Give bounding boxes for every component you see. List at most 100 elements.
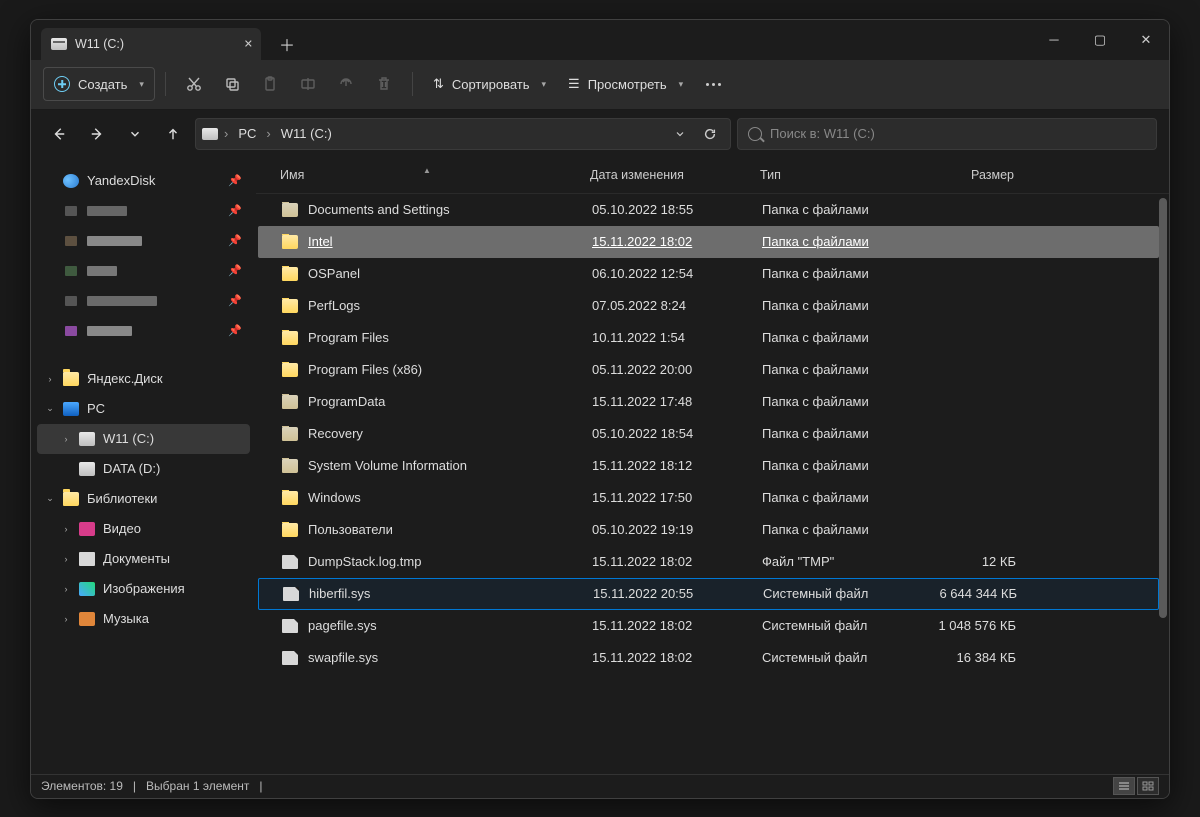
chevron-right-icon[interactable]: › <box>59 434 73 444</box>
pin-icon[interactable]: 📌 <box>228 234 242 247</box>
chevron-right-icon[interactable]: › <box>59 584 73 594</box>
tab-active[interactable]: W11 (C:) ✕ <box>41 28 261 60</box>
sidebar-item-w11[interactable]: › W11 (C:) <box>37 424 250 454</box>
breadcrumb-pc[interactable]: PC <box>234 124 260 143</box>
cut-button[interactable] <box>176 67 212 101</box>
file-row[interactable]: hiberfil.sys15.11.2022 20:55Системный фа… <box>258 578 1159 610</box>
sidebar[interactable]: YandexDisk 📌 📌 📌 📌 📌 📌 › Яндекс.Диск ⌄ P… <box>31 158 256 774</box>
chevron-right-icon[interactable]: › <box>43 374 57 384</box>
column-date[interactable]: Дата изменения <box>582 168 752 182</box>
rename-button <box>290 67 326 101</box>
maximize-button[interactable]: ▢ <box>1077 20 1123 60</box>
folder-icon <box>282 491 298 505</box>
chevron-right-icon[interactable]: › <box>59 614 73 624</box>
sidebar-label: PC <box>87 401 105 416</box>
sort-button[interactable]: ⇅ Сортировать ▾ <box>423 67 556 101</box>
file-row[interactable]: Intel15.11.2022 18:02Папка с файлами <box>258 226 1159 258</box>
column-size[interactable]: Размер <box>912 168 1022 182</box>
sidebar-item-redacted[interactable]: 📌 <box>37 256 250 286</box>
chevron-right-icon[interactable]: › <box>59 524 73 534</box>
file-name: OSPanel <box>308 266 360 281</box>
chevron-down-icon[interactable]: ⌄ <box>43 493 57 504</box>
file-row[interactable]: pagefile.sys15.11.2022 18:02Системный фа… <box>258 610 1159 642</box>
copy-button[interactable] <box>214 67 250 101</box>
sidebar-item-yandexdisk-tree[interactable]: › Яндекс.Диск <box>37 364 250 394</box>
file-row[interactable]: System Volume Information15.11.2022 18:1… <box>258 450 1159 482</box>
sidebar-item-pc[interactable]: ⌄ PC <box>37 394 250 424</box>
file-name: DumpStack.log.tmp <box>308 554 421 569</box>
search-input[interactable] <box>770 126 1146 141</box>
sidebar-item-music[interactable]: › Музыка <box>37 604 250 634</box>
close-tab-icon[interactable]: ✕ <box>244 37 253 50</box>
address-dropdown[interactable] <box>666 120 694 148</box>
sidebar-item-video[interactable]: › Видео <box>37 514 250 544</box>
sidebar-item-redacted[interactable]: 📌 <box>37 316 250 346</box>
file-list[interactable]: Documents and Settings05.10.2022 18:55Па… <box>256 194 1169 774</box>
folder-icon <box>63 234 79 248</box>
scrollbar-thumb[interactable] <box>1159 198 1167 618</box>
folder-icon <box>63 372 79 386</box>
sidebar-item-data[interactable]: DATA (D:) <box>37 454 250 484</box>
file-row[interactable]: Program Files10.11.2022 1:54Папка с файл… <box>258 322 1159 354</box>
folder-icon <box>63 264 79 278</box>
tab-strip: W11 (C:) ✕ ＋ <box>31 20 303 60</box>
sidebar-item-libraries[interactable]: ⌄ Библиотеки <box>37 484 250 514</box>
close-button[interactable]: ✕ <box>1123 20 1169 60</box>
separator: | <box>259 779 262 793</box>
file-name: ProgramData <box>308 394 385 409</box>
pin-icon[interactable]: 📌 <box>228 174 242 187</box>
file-row[interactable]: Documents and Settings05.10.2022 18:55Па… <box>258 194 1159 226</box>
pin-icon[interactable]: 📌 <box>228 204 242 217</box>
column-name[interactable]: ▲Имя <box>272 168 582 182</box>
cell-name: ProgramData <box>274 394 584 409</box>
cell-name: OSPanel <box>274 266 584 281</box>
address-bar[interactable]: › PC › W11 (C:) <box>195 118 731 150</box>
sidebar-item-redacted[interactable]: 📌 <box>37 226 250 256</box>
create-button[interactable]: Создать ▾ <box>43 67 155 101</box>
folder-icon <box>282 459 298 473</box>
file-row[interactable]: swapfile.sys15.11.2022 18:02Системный фа… <box>258 642 1159 674</box>
details-view-button[interactable] <box>1113 777 1135 795</box>
sidebar-item-redacted[interactable]: 📌 <box>37 196 250 226</box>
minimize-button[interactable]: ─ <box>1031 20 1077 60</box>
sidebar-item-images[interactable]: › Изображения <box>37 574 250 604</box>
pin-icon[interactable]: 📌 <box>228 264 242 277</box>
cell-date: 05.10.2022 18:54 <box>584 426 754 441</box>
file-row[interactable]: Пользователи05.10.2022 19:19Папка с файл… <box>258 514 1159 546</box>
cell-date: 15.11.2022 20:55 <box>585 586 755 601</box>
file-row[interactable]: Program Files (x86)05.11.2022 20:00Папка… <box>258 354 1159 386</box>
new-tab-button[interactable]: ＋ <box>271 28 303 60</box>
up-button[interactable] <box>157 118 189 150</box>
file-row[interactable]: DumpStack.log.tmp15.11.2022 18:02Файл "T… <box>258 546 1159 578</box>
chevron-right-icon: › <box>224 126 228 141</box>
sidebar-item-yandexdisk[interactable]: YandexDisk 📌 <box>37 166 250 196</box>
pin-icon[interactable]: 📌 <box>228 324 242 337</box>
pin-icon[interactable]: 📌 <box>228 294 242 307</box>
file-row[interactable]: ProgramData15.11.2022 17:48Папка с файла… <box>258 386 1159 418</box>
sidebar-item-redacted[interactable]: 📌 <box>37 286 250 316</box>
file-row[interactable]: Windows15.11.2022 17:50Папка с файлами <box>258 482 1159 514</box>
more-button[interactable] <box>695 67 731 101</box>
view-mode-buttons <box>1113 777 1159 795</box>
file-row[interactable]: Recovery05.10.2022 18:54Папка с файлами <box>258 418 1159 450</box>
window-controls: ─ ▢ ✕ <box>1031 20 1169 60</box>
chevron-down-icon[interactable]: ⌄ <box>43 403 57 414</box>
toolbar: Создать ▾ ⇅ Сортировать ▾ ☰ Просмотреть … <box>31 60 1169 110</box>
chevron-right-icon[interactable]: › <box>59 554 73 564</box>
search-box[interactable] <box>737 118 1157 150</box>
forward-button[interactable] <box>81 118 113 150</box>
sidebar-item-documents[interactable]: › Документы <box>37 544 250 574</box>
view-button[interactable]: ☰ Просмотреть ▾ <box>558 67 693 101</box>
large-icons-view-button[interactable] <box>1137 777 1159 795</box>
column-type[interactable]: Тип <box>752 168 912 182</box>
scrollbar[interactable] <box>1159 198 1167 764</box>
file-row[interactable]: PerfLogs07.05.2022 8:24Папка с файлами <box>258 290 1159 322</box>
status-bar: Элементов: 19 | Выбран 1 элемент | <box>31 774 1169 798</box>
file-row[interactable]: OSPanel06.10.2022 12:54Папка с файлами <box>258 258 1159 290</box>
refresh-button[interactable] <box>696 120 724 148</box>
sidebar-label: Документы <box>103 551 170 566</box>
recent-button[interactable] <box>119 118 151 150</box>
folder-icon <box>282 331 298 345</box>
back-button[interactable] <box>43 118 75 150</box>
breadcrumb-drive[interactable]: W11 (C:) <box>277 124 336 143</box>
